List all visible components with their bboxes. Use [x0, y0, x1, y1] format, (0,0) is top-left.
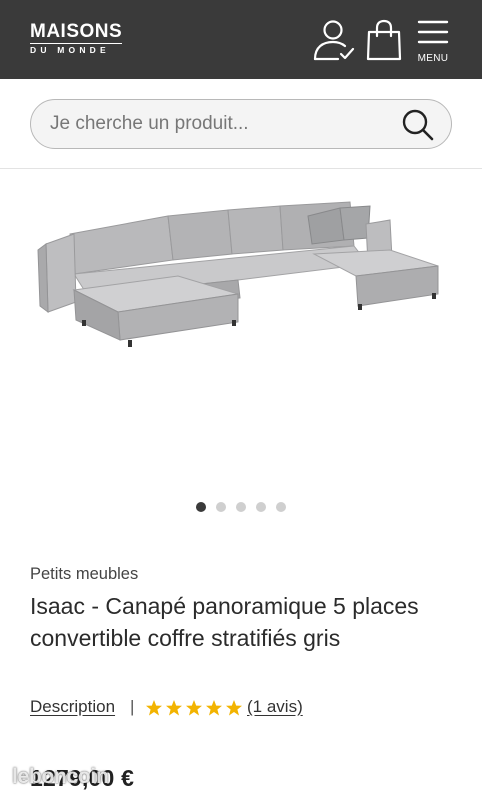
menu-label[interactable]: MENU [414, 53, 452, 64]
star-icon [206, 700, 222, 716]
logo-sub-text: DU MONDE [30, 43, 123, 56]
carousel-indicators [0, 502, 482, 512]
star-icon [166, 700, 182, 716]
star-icon [186, 700, 202, 716]
meta-separator: | [130, 697, 135, 716]
product-title: Isaac - Canapé panoramique 5 places conv… [30, 593, 419, 651]
product-meta: Description | (1 avis) [30, 697, 470, 723]
product-category[interactable]: Petits meubles [30, 565, 138, 584]
logo-main-text: MAISONS [30, 21, 123, 42]
search-field[interactable] [30, 99, 452, 149]
search-input[interactable] [50, 100, 390, 147]
sofa-image [37, 201, 439, 347]
menu-icon[interactable] [414, 18, 452, 48]
carousel-dot-5[interactable] [276, 502, 286, 512]
leboncoin-watermark: leboncoin [12, 765, 109, 788]
brand-logo[interactable]: MAISONS DU MONDE [30, 21, 123, 56]
description-link[interactable]: Description [30, 697, 115, 717]
search-bar [0, 79, 482, 169]
account-icon[interactable] [312, 18, 356, 62]
site-header: MAISONS DU MONDE MENU [0, 0, 482, 79]
rating-stars[interactable] [145, 699, 243, 717]
star-icon [226, 700, 242, 716]
search-icon[interactable] [401, 108, 435, 142]
carousel-dot-4[interactable] [256, 502, 266, 512]
product-image-gallery[interactable] [0, 170, 482, 530]
carousel-dot-2[interactable] [216, 502, 226, 512]
reviews-link[interactable]: (1 avis) [247, 697, 303, 717]
star-icon [146, 700, 162, 716]
carousel-dot-3[interactable] [236, 502, 246, 512]
carousel-dot-1[interactable] [196, 502, 206, 512]
shopping-bag-icon[interactable] [364, 18, 404, 62]
